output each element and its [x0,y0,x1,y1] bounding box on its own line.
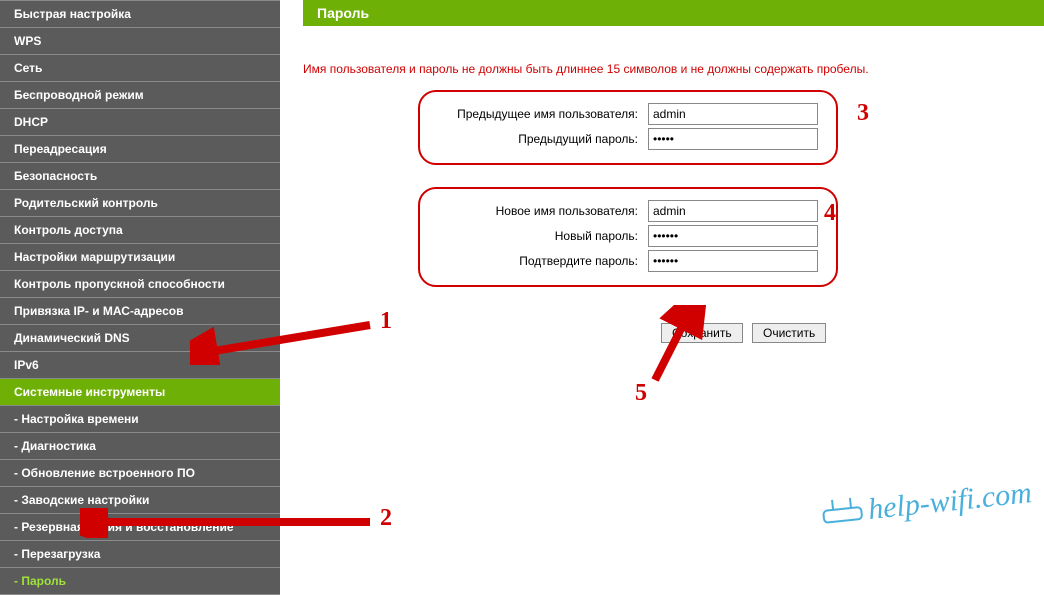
sidebar-item-wps[interactable]: WPS [0,28,280,55]
old-password-label: Предыдущий пароль: [438,132,638,146]
sidebar-subitem-password[interactable]: - Пароль [0,568,280,595]
sidebar-subitem-diagnostic[interactable]: - Диагностика [0,433,280,460]
page-title: Пароль [303,0,1044,26]
annotation-5: 5 [635,380,647,407]
sidebar-item-ip-mac-binding[interactable]: Привязка IP- и МАС-адресов [0,298,280,325]
sidebar-item-access-control[interactable]: Контроль доступа [0,217,280,244]
warning-text: Имя пользователя и пароль не должны быть… [303,62,1044,76]
save-button[interactable]: Сохранить [661,323,743,343]
sidebar-item-network[interactable]: Сеть [0,55,280,82]
old-username-label: Предыдущее имя пользователя: [438,107,638,121]
router-icon [822,506,863,524]
old-username-input[interactable] [648,103,818,125]
sidebar-item-forwarding[interactable]: Переадресация [0,136,280,163]
watermark-text: help-wifi.com [866,476,1033,526]
sidebar-item-system-tools[interactable]: Системные инструменты [0,379,280,406]
sidebar-subitem-firmware[interactable]: - Обновление встроенного ПО [0,460,280,487]
annotation-2: 2 [380,505,392,532]
sidebar-subitem-backup-restore[interactable]: - Резервная копия и восстановление [0,514,280,541]
sidebar-item-bandwidth[interactable]: Контроль пропускной способности [0,271,280,298]
sidebar-subitem-reboot[interactable]: - Перезагрузка [0,541,280,568]
old-credentials-group: Предыдущее имя пользователя: Предыдущий … [418,90,838,165]
sidebar-item-security[interactable]: Безопасность [0,163,280,190]
old-password-input[interactable] [648,128,818,150]
watermark: help-wifi.com [821,476,1034,532]
new-username-input[interactable] [648,200,818,222]
sidebar-item-ipv6[interactable]: IPv6 [0,352,280,379]
sidebar-item-ddns[interactable]: Динамический DNS [0,325,280,352]
new-password-label: Новый пароль: [438,229,638,243]
sidebar-item-routing[interactable]: Настройки маршрутизации [0,244,280,271]
clear-button[interactable]: Очистить [752,323,826,343]
sidebar-item-wireless[interactable]: Беспроводной режим [0,82,280,109]
sidebar-subitem-time[interactable]: - Настройка времени [0,406,280,433]
sidebar-item-quick-setup[interactable]: Быстрая настройка [0,0,280,28]
sidebar: Быстрая настройка WPS Сеть Беспроводной … [0,0,280,543]
sidebar-item-parental[interactable]: Родительский контроль [0,190,280,217]
main-content: Пароль Имя пользователя и пароль не долж… [303,0,1044,343]
sidebar-subitem-factory-defaults[interactable]: - Заводские настройки [0,487,280,514]
new-credentials-group: Новое имя пользователя: Новый пароль: По… [418,187,838,287]
annotation-1: 1 [380,308,392,335]
annotation-3: 3 [857,100,869,127]
sidebar-item-dhcp[interactable]: DHCP [0,109,280,136]
button-row: Сохранить Очистить [661,323,1044,343]
annotation-4: 4 [824,200,836,227]
new-password-input[interactable] [648,225,818,247]
confirm-password-input[interactable] [648,250,818,272]
confirm-password-label: Подтвердите пароль: [438,254,638,268]
new-username-label: Новое имя пользователя: [438,204,638,218]
